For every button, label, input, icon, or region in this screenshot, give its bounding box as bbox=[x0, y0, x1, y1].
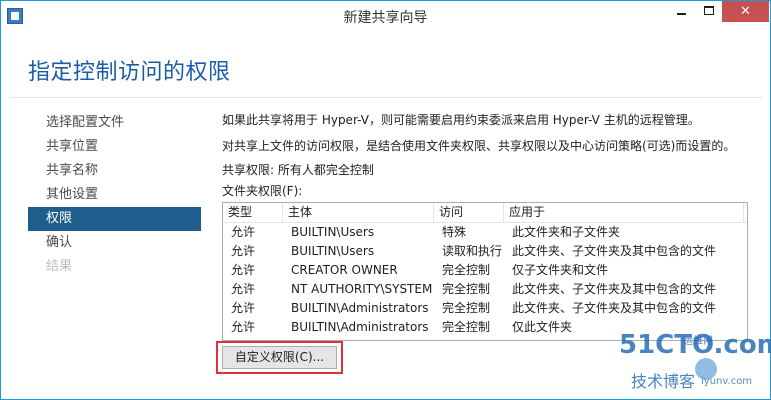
window-title: 新建共享向导 bbox=[343, 10, 428, 26]
cell-type: 允许 bbox=[231, 282, 256, 296]
cell-applies-to: 仅子文件夹和文件 bbox=[512, 263, 609, 277]
wizard-nav: 选择配置文件 共享位置 共享名称 其他设置 权限 确认 结果 bbox=[28, 111, 201, 279]
nav-item-confirm[interactable]: 确认 bbox=[28, 231, 201, 255]
cell-applies-to: 此文件夹、子文件夹及其中包含的文件 bbox=[512, 282, 717, 296]
table-row[interactable]: 允许 NT AUTHORITY\SYSTEM 完全控制 此文件夹、子文件夹及其中… bbox=[223, 280, 747, 299]
cell-applies-to: 此文件夹和子文件夹 bbox=[512, 225, 621, 239]
folder-permissions-list[interactable]: 类型 主体 访问 应用于 允许 BUILTIN\Users 特殊 此文件夹和子文… bbox=[222, 202, 748, 341]
page-title: 指定控制访问的权限 bbox=[28, 60, 231, 85]
cell-access: 完全控制 bbox=[442, 301, 491, 315]
cell-principal: BUILTIN\Users bbox=[291, 244, 375, 258]
cell-access: 完全控制 bbox=[442, 282, 491, 296]
cell-type: 允许 bbox=[231, 301, 256, 315]
nav-item-select-profile[interactable]: 选择配置文件 bbox=[28, 111, 201, 135]
cell-type: 允许 bbox=[231, 225, 256, 239]
cell-principal: BUILTIN\Users bbox=[291, 225, 375, 239]
share-permissions-text: 共享权限: 所有人都完全控制 bbox=[222, 163, 374, 177]
intro-hyperv-text: 如果此共享将用于 Hyper-V，则可能需要启用约束委派来启用 Hyper-V … bbox=[222, 113, 700, 127]
cell-access: 读取和执行 bbox=[442, 244, 503, 258]
list-header: 类型 主体 访问 应用于 bbox=[223, 203, 747, 223]
watermark-sub: 运维网 bbox=[683, 336, 713, 347]
cell-principal: CREATOR OWNER bbox=[291, 263, 398, 277]
page-header: 指定控制访问的权限 bbox=[10, 32, 762, 98]
cell-access: 完全控制 bbox=[442, 263, 491, 277]
cell-type: 允许 bbox=[231, 263, 256, 277]
cell-principal: NT AUTHORITY\SYSTEM bbox=[291, 282, 433, 296]
column-header-access[interactable]: 访问 bbox=[434, 203, 504, 223]
nav-item-results: 结果 bbox=[46, 259, 73, 274]
cell-applies-to: 此文件夹、子文件夹及其中包含的文件 bbox=[512, 244, 717, 258]
cell-access: 完全控制 bbox=[442, 320, 491, 334]
column-header-type[interactable]: 类型 bbox=[223, 203, 283, 223]
custom-permissions-button[interactable]: 自定义权限(C)... bbox=[222, 346, 337, 369]
column-header-applies-to[interactable]: 应用于 bbox=[504, 203, 744, 223]
watermark-bottom: 技术博客 bbox=[631, 372, 696, 391]
minimize-icon bbox=[677, 13, 686, 15]
close-button[interactable]: ✕ bbox=[722, 1, 769, 22]
cell-type: 允许 bbox=[231, 244, 256, 258]
watermark: 51CTO.com 运维网 技术博客 iyunv.com bbox=[619, 330, 771, 396]
title-bar[interactable]: 新建共享向导 ✕ bbox=[1, 1, 770, 32]
table-row[interactable]: 允许 CREATOR OWNER 完全控制 仅子文件夹和文件 bbox=[223, 261, 747, 280]
cell-applies-to: 此文件夹、子文件夹及其中包含的文件 bbox=[512, 301, 717, 315]
folder-permissions-label: 文件夹权限(F): bbox=[222, 184, 303, 198]
wizard-window: 新建共享向导 ✕ 指定控制访问的权限 选择配置文件 共享位置 共享名称 其他设置… bbox=[0, 0, 771, 400]
table-row[interactable]: 允许 BUILTIN\Users 读取和执行 此文件夹、子文件夹及其中包含的文件 bbox=[223, 242, 747, 261]
cell-access: 特殊 bbox=[442, 225, 467, 239]
nav-item-other-settings[interactable]: 其他设置 bbox=[28, 183, 201, 207]
nav-item-share-location[interactable]: 共享位置 bbox=[28, 135, 201, 159]
table-row[interactable]: 允许 BUILTIN\Users 特殊 此文件夹和子文件夹 bbox=[223, 223, 747, 242]
column-header-principal[interactable]: 主体 bbox=[283, 203, 434, 223]
table-row[interactable]: 允许 BUILTIN\Administrators 完全控制 此文件夹、子文件夹… bbox=[223, 299, 747, 318]
maximize-button[interactable] bbox=[695, 1, 722, 22]
watermark-site: iyunv.com bbox=[701, 376, 753, 387]
nav-item-permissions[interactable]: 权限 bbox=[28, 207, 201, 231]
minimize-button[interactable] bbox=[668, 1, 695, 22]
cell-type: 允许 bbox=[231, 320, 256, 334]
intro-permissions-text: 对共享上文件的访问权限，是结合使用文件夹权限、共享权限以及中心访问策略(可选)而… bbox=[222, 139, 736, 153]
cell-principal: BUILTIN\Administrators bbox=[291, 301, 429, 315]
maximize-icon bbox=[703, 6, 714, 15]
nav-item-share-name[interactable]: 共享名称 bbox=[28, 159, 201, 183]
cell-principal: BUILTIN\Administrators bbox=[291, 320, 429, 334]
